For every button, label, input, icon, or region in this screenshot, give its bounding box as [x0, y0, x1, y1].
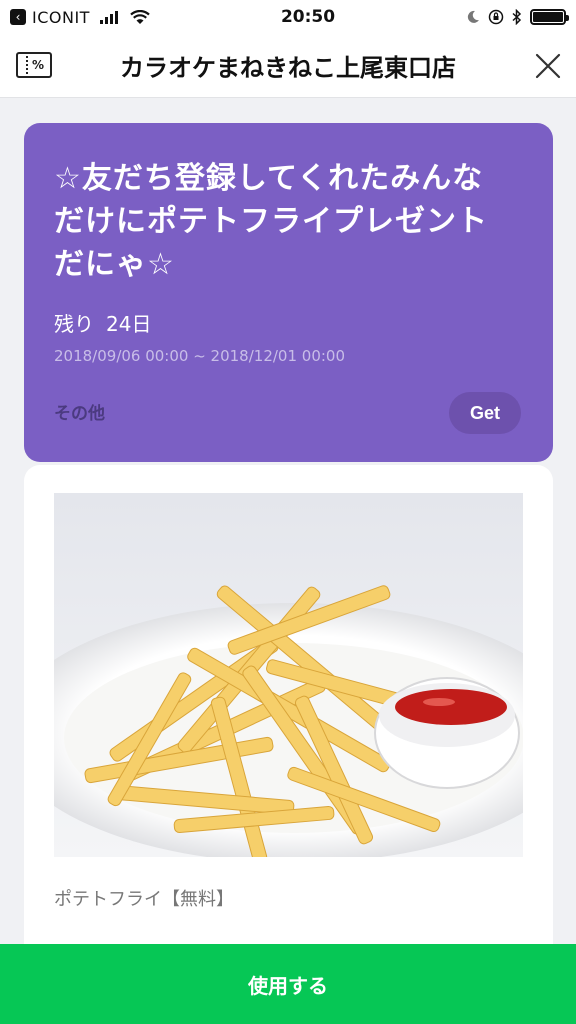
back-icon[interactable]: ‹ [10, 9, 26, 25]
coupon-title: ☆友だち登録してくれたみんな だけにポテトフライプレゼント だにゃ☆ [54, 157, 523, 286]
bluetooth-icon [512, 9, 522, 25]
battery-icon [530, 9, 569, 25]
battery-fill [533, 12, 563, 22]
coupon-title-line: ☆友だち登録してくれたみんな [54, 161, 484, 196]
wifi-icon [130, 9, 150, 24]
coupon-card: ☆友だち登録してくれたみんな だけにポテトフライプレゼント だにゃ☆ 残り 24… [24, 123, 553, 462]
remaining-label: 残り [54, 312, 94, 336]
status-time: 20:50 [280, 7, 336, 27]
product-card: ポテトフライ【無料】 [24, 465, 553, 985]
coupon-icon[interactable]: % [16, 52, 52, 78]
header: % カラオケまねきねこ上尾東口店 [0, 34, 576, 98]
get-button[interactable]: Get [449, 392, 521, 434]
signal-icon [99, 10, 118, 24]
coupon-category: その他 [54, 404, 105, 424]
coupon-title-line: だにゃ☆ [54, 247, 175, 282]
moon-icon [467, 10, 479, 23]
validity-period: 2018/09/06 00:00 ~ 2018/12/01 00:00 [54, 347, 346, 365]
status-right [466, 9, 569, 25]
coupon-title-line: だけにポテトフライプレゼント [54, 204, 488, 239]
status-bar: ‹ ICONIT 20:50 [0, 0, 576, 34]
coupon-icon-glyph: % [31, 58, 45, 72]
status-left: ‹ ICONIT [10, 8, 210, 27]
product-name: ポテトフライ【無料】 [54, 889, 234, 910]
back-app-label[interactable]: ICONIT [32, 8, 90, 27]
fries-illustration [54, 493, 523, 857]
close-icon[interactable] [534, 52, 562, 80]
page-title: カラオケまねきねこ上尾東口店 [120, 54, 456, 82]
product-image [54, 493, 523, 857]
use-button[interactable]: 使用する [0, 944, 576, 1024]
lock-rotation-icon [488, 9, 504, 25]
remaining-days: 残り 24日 [54, 308, 523, 337]
remaining-value: 24日 [106, 312, 152, 336]
